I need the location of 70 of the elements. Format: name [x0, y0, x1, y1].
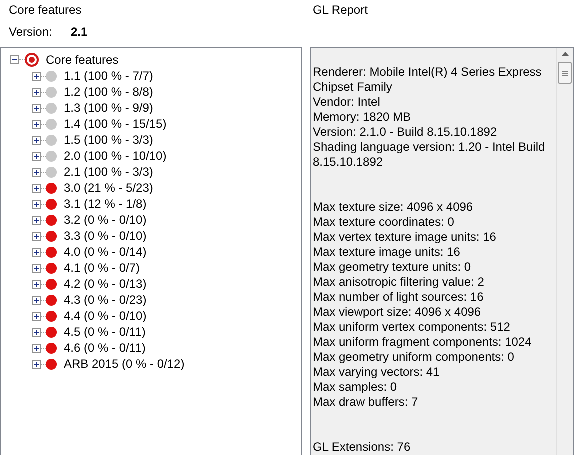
version-label: Version: [9, 24, 54, 41]
scroll-up-icon[interactable] [562, 52, 568, 56]
expand-toggle[interactable] [32, 200, 41, 208]
tree-item[interactable]: 1.2 (100 % - 8/8) [63, 83, 154, 101]
expand-toggle[interactable] [32, 312, 41, 320]
expand-toggle[interactable] [32, 168, 41, 176]
tree-item[interactable]: ARB 2015 (0 % - 0/12) [63, 355, 186, 373]
tree-item[interactable]: 4.5 (0 % - 0/11) [63, 323, 147, 341]
expand-toggle[interactable] [32, 328, 41, 336]
tree-item[interactable]: 1.5 (100 % - 3/3) [63, 131, 154, 149]
panel-title: Core features [9, 2, 82, 19]
report-line: Max uniform vertex components: 512 [313, 320, 512, 335]
tree-item[interactable]: Core features [45, 50, 120, 68]
expand-toggle[interactable] [32, 280, 41, 288]
expand-toggle[interactable] [32, 216, 41, 224]
expand-toggle[interactable] [32, 136, 41, 144]
expand-toggle[interactable] [32, 152, 41, 160]
expand-toggle[interactable] [32, 232, 41, 240]
tree-item[interactable]: 4.2 (0 % - 0/13) [63, 275, 148, 293]
expand-toggle[interactable] [32, 104, 41, 112]
tree-item[interactable]: 3.1 (12 % - 1/8) [63, 195, 148, 213]
expand-toggle[interactable] [32, 360, 41, 368]
tree-item[interactable]: 1.3 (100 % - 9/9) [63, 99, 154, 117]
tree-item[interactable]: 4.1 (0 % - 0/7) [63, 259, 142, 277]
report-line: Memory: 1820 MB [313, 110, 412, 125]
expand-toggle[interactable] [32, 88, 41, 96]
report-title: GL Report [313, 2, 368, 19]
report-line: Max samples: 0 [313, 380, 398, 395]
report-line: Vendor: Intel [313, 95, 382, 110]
report-line: Max varying vectors: 41 [313, 365, 441, 380]
scroll-thumb[interactable] [558, 62, 572, 84]
report-line: Max viewport size: 4096 x 4096 [313, 305, 482, 320]
tree-item[interactable]: 1.1 (100 % - 7/7) [63, 67, 154, 85]
collapse-toggle[interactable] [10, 55, 19, 64]
report-line: Max texture size: 4096 x 4096 [313, 200, 474, 215]
report-line: Shading language version: 1.20 - Intel Build [313, 140, 546, 155]
expand-toggle[interactable] [32, 344, 41, 352]
report-line: Max geometry texture units: 0 [313, 260, 472, 275]
target-icon [25, 52, 39, 66]
tree-item[interactable]: 2.0 (100 % - 10/10) [63, 147, 168, 165]
report-line: GL Extensions: 76 [313, 440, 412, 455]
tree-item[interactable]: 3.0 (21 % - 5/23) [63, 179, 154, 197]
tree-item[interactable]: 4.6 (0 % - 0/11) [63, 339, 147, 357]
tree-item[interactable]: 2.1 (100 % - 3/3) [63, 163, 154, 181]
expand-toggle[interactable] [32, 264, 41, 272]
expand-toggle[interactable] [32, 120, 41, 128]
report-line: Max number of light sources: 16 [313, 290, 485, 305]
tree-item[interactable]: 3.2 (0 % - 0/10) [63, 211, 148, 229]
report-line: Renderer: Mobile Intel(R) 4 Series Express [313, 65, 543, 80]
tree-item[interactable]: 4.0 (0 % - 0/14) [63, 243, 148, 261]
scrollbar[interactable] [556, 48, 573, 455]
report-line: Max draw buffers: 7 [313, 395, 420, 410]
report-line: Max vertex texture image units: 16 [313, 230, 498, 245]
tree-item[interactable]: 4.4 (0 % - 0/10) [63, 307, 148, 325]
tree-item[interactable]: 1.4 (100 % - 15/15) [63, 115, 168, 133]
expand-toggle[interactable] [32, 72, 41, 80]
report-line: Max geometry uniform components: 0 [313, 350, 516, 365]
version-value: 2.1 [71, 24, 88, 41]
report-line: Max texture image units: 16 [313, 245, 462, 260]
tree-item[interactable]: 4.3 (0 % - 0/23) [63, 291, 148, 309]
report-line: Version: 2.1.0 - Build 8.15.10.1892 [313, 125, 498, 140]
expand-toggle[interactable] [32, 184, 41, 192]
report-line: 8.15.10.1892 [313, 155, 384, 170]
expand-toggle[interactable] [32, 248, 41, 256]
report-line: Chipset Family [313, 80, 394, 95]
report-line: Max anisotropic filtering value: 2 [313, 275, 486, 290]
expand-toggle[interactable] [32, 296, 41, 304]
tree-item[interactable]: 3.3 (0 % - 0/10) [63, 227, 148, 245]
report-line: Max uniform fragment components: 1024 [313, 335, 533, 350]
report-line: Max texture coordinates: 0 [313, 215, 456, 230]
